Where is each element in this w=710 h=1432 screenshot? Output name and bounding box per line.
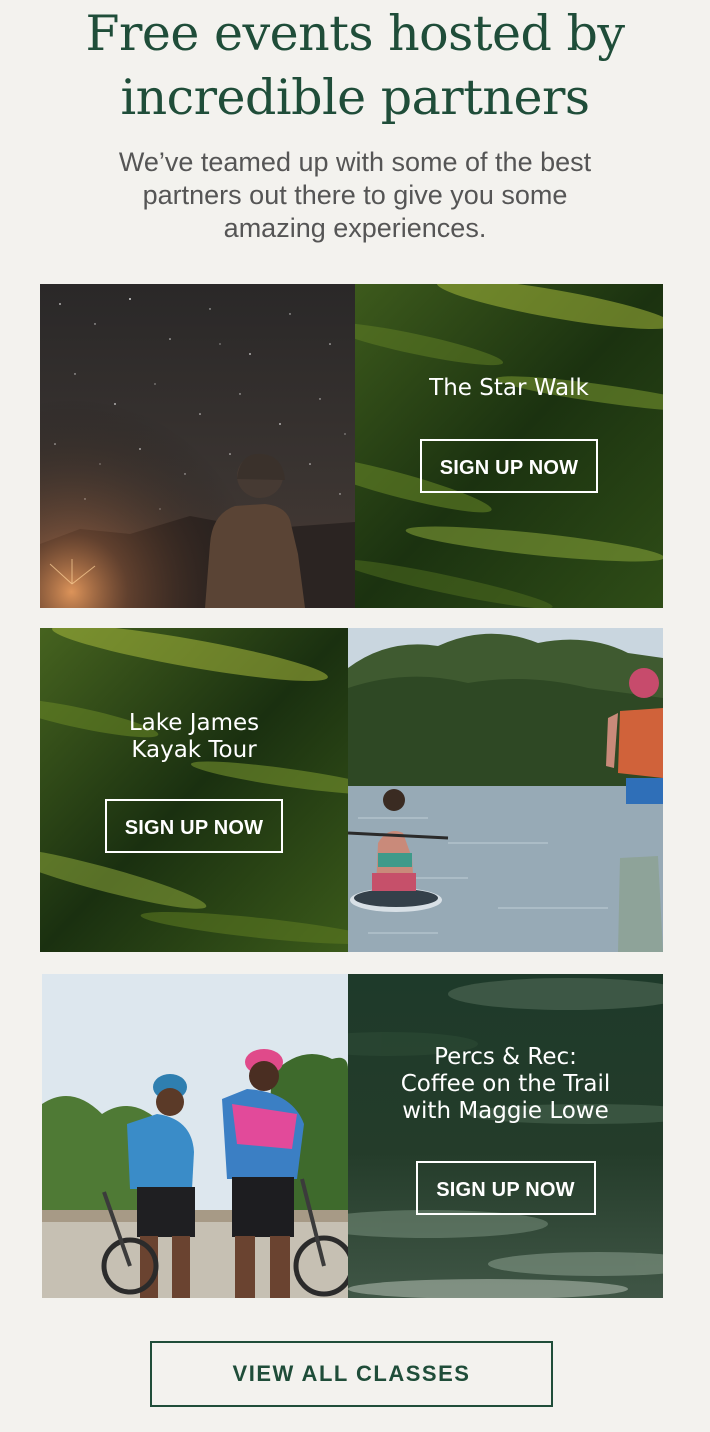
sign-up-button-kayak-tour[interactable]: SIGN UP NOW	[105, 798, 283, 853]
page-subtitle: We’ve teamed up with some of the best pa…	[90, 146, 620, 245]
subtitle-line-3: amazing experiences.	[223, 213, 487, 243]
blurred-foliage-background	[40, 628, 348, 952]
blurred-trees-background	[348, 974, 663, 1298]
title-line-1: Free events hosted by	[85, 5, 625, 62]
event-card-kayak-tour: Lake James Kayak Tour SIGN UP NOW	[40, 628, 663, 952]
title-line-2: incredible partners	[120, 69, 590, 126]
sign-up-button-percs-rec[interactable]: SIGN UP NOW	[415, 1160, 596, 1215]
event-info-star-walk: The Star Walk SIGN UP NOW	[355, 284, 663, 608]
subtitle-line-1: We’ve teamed up with some of the best	[118, 147, 592, 177]
paddleboard-lake-photo	[348, 628, 663, 952]
event-card-percs-rec: Percs & Rec: Coffee on the Trail with Ma…	[42, 974, 663, 1298]
view-all-classes-button[interactable]: VIEW ALL CLASSES	[150, 1341, 553, 1407]
event-title-percs-rec: Percs & Rec: Coffee on the Trail with Ma…	[400, 1043, 611, 1124]
subtitle-line-2: partners out there to give you some	[142, 180, 568, 210]
cyclists-river-photo	[42, 974, 348, 1298]
sign-up-button-star-walk[interactable]: SIGN UP NOW	[420, 439, 598, 493]
event-card-star-walk: The Star Walk SIGN UP NOW	[40, 284, 663, 608]
night-sky-hiker-photo	[40, 284, 355, 608]
event-info-kayak-tour: Lake James Kayak Tour SIGN UP NOW	[40, 628, 348, 952]
event-title-kayak-tour: Lake James Kayak Tour	[128, 709, 260, 763]
event-title-star-walk: The Star Walk	[429, 375, 589, 401]
page-title: Free events hosted by incredible partner…	[0, 2, 710, 130]
event-info-percs-rec: Percs & Rec: Coffee on the Trail with Ma…	[348, 974, 663, 1298]
